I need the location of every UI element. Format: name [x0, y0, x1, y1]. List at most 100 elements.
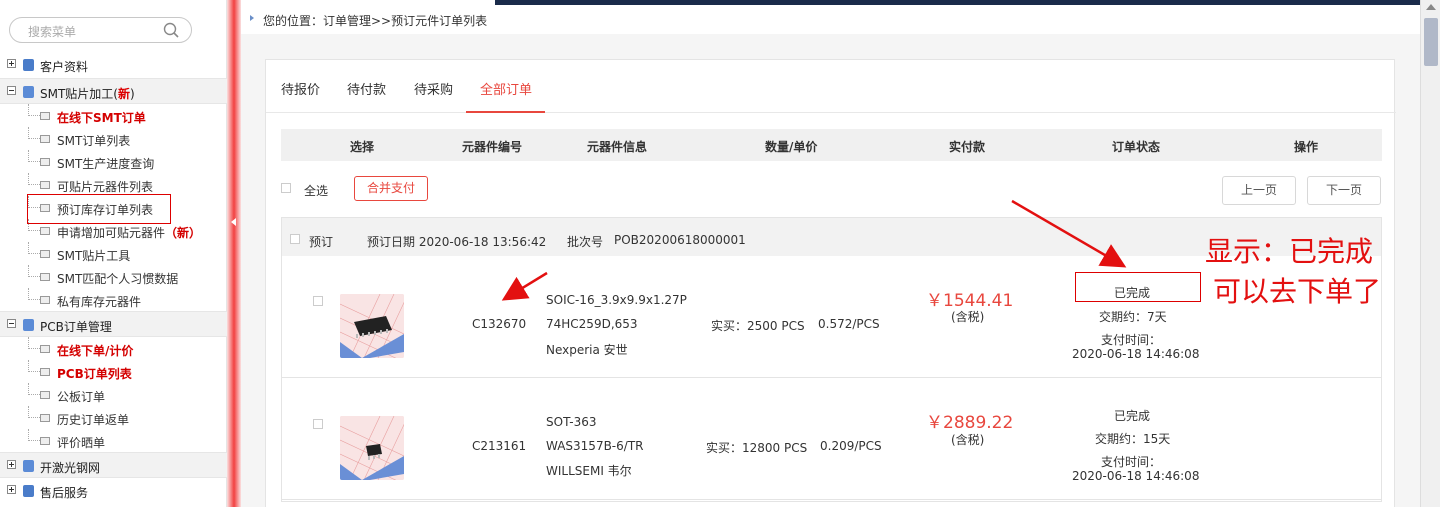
paid-time: 2020-06-18 14:46:08 [1072, 469, 1200, 483]
sidebar-item-preorder-list[interactable]: 预订库存订单列表 [0, 194, 227, 224]
row-checkbox[interactable] [313, 419, 323, 429]
part-package: SOIC-16_3.9x9.9x1.27P [546, 293, 687, 307]
group-label: 售后服务 [40, 486, 89, 500]
collapse-arrow-icon[interactable] [231, 218, 236, 226]
sidebar-item-private-stock[interactable]: 私有库存元器件 [0, 288, 227, 311]
lead-time: 交期约：15天 [1095, 432, 1171, 446]
col-status: 订单状态 [1112, 140, 1161, 154]
row-checkbox[interactable] [313, 296, 323, 306]
paid-amount: ￥2889.22 [926, 413, 1014, 433]
tab-all-orders[interactable]: 全部订单 [480, 79, 532, 98]
sidebar-splitter[interactable] [227, 0, 241, 507]
sidebar-group-stencil[interactable]: 开激光钢网 [0, 452, 227, 478]
doc-icon [40, 391, 50, 399]
sidebar: 搜索菜单 客户资料 SMT贴片加工(新) 在线下SMT订单 SMT订单列表 SM… [0, 0, 227, 507]
part-image [340, 416, 404, 480]
col-paid: 实付款 [949, 140, 986, 154]
doc-icon [40, 250, 50, 258]
select-all-checkbox[interactable] [281, 183, 291, 193]
top-banner-strip [495, 0, 1420, 5]
sidebar-item-public-board[interactable]: 公板订单 [0, 383, 227, 406]
sidebar-item-smt-parts[interactable]: 可贴片元器件列表 [0, 173, 227, 196]
doc-icon [40, 273, 50, 281]
scroll-thumb[interactable] [1424, 18, 1438, 66]
grid-icon [23, 460, 34, 472]
part-number[interactable]: C132670 [472, 317, 526, 331]
lead-time: 交期约：7天 [1099, 310, 1167, 324]
annotation-text-line2: 可以去下单了 [1213, 275, 1382, 308]
tab-pending-purchase[interactable]: 待采购 [414, 79, 453, 98]
select-all-label: 全选 [304, 184, 329, 198]
status-highlight-box [1075, 272, 1201, 302]
search-icon[interactable] [163, 22, 179, 38]
sidebar-item-online-smt[interactable]: 在线下SMT订单 [0, 104, 227, 127]
tab-pending-quote[interactable]: 待报价 [281, 79, 320, 98]
group-label: PCB订单管理 [40, 320, 112, 334]
col-part-no: 元器件编号 [462, 140, 523, 154]
group-label: 开激光钢网 [40, 461, 101, 475]
sidebar-item-reviews[interactable]: 评价晒单 [0, 429, 227, 452]
doc-icon [40, 227, 50, 235]
doc-icon [40, 368, 50, 376]
sidebar-item-smt-orders[interactable]: SMT订单列表 [0, 127, 227, 150]
sidebar-group-pcb[interactable]: PCB订单管理 [0, 311, 227, 337]
unit-price: 0.209/PCS [820, 439, 882, 453]
collapse-icon[interactable] [7, 319, 16, 328]
order-checkbox[interactable] [290, 234, 300, 244]
batch-number: POB20200618000001 [614, 233, 746, 247]
grid-icon [23, 86, 34, 98]
part-package: SOT-363 [546, 415, 597, 429]
sidebar-menu: 客户资料 SMT贴片加工(新) 在线下SMT订单 SMT订单列表 SMT生产进度… [0, 52, 227, 504]
scroll-up-icon[interactable] [1426, 4, 1436, 10]
paid-time: 2020-06-18 14:46:08 [1072, 347, 1200, 361]
order-type: 预订 [309, 235, 334, 249]
part-brand: WILLSEMI 韦尔 [546, 464, 632, 478]
tab-pending-payment[interactable]: 待付款 [347, 79, 386, 98]
page-scrollbar[interactable] [1420, 0, 1440, 507]
next-page-button[interactable]: 下一页 [1307, 176, 1381, 205]
doc-icon [40, 296, 50, 304]
expand-icon[interactable] [7, 59, 16, 68]
order-status: 已完成 [1114, 409, 1151, 423]
sidebar-item-smt-tools[interactable]: SMT贴片工具 [0, 242, 227, 265]
search-input[interactable]: 搜索菜单 [28, 23, 76, 40]
part-image [340, 294, 404, 358]
active-tab-indicator [466, 111, 545, 113]
quantity: 实买：12800 PCS [706, 441, 808, 455]
merge-pay-button[interactable]: 合并支付 [354, 176, 428, 201]
sidebar-item-pcb-orders[interactable]: PCB订单列表 [0, 360, 227, 383]
tab-bar: 待报价 待付款 待采购 全部订单 [266, 60, 1396, 113]
quantity: 实买：2500 PCS [711, 319, 805, 333]
sidebar-item-history-reorder[interactable]: 历史订单返单 [0, 406, 227, 429]
user-icon [23, 485, 34, 497]
col-qty-unit: 数量/单价 [765, 140, 818, 154]
table-header: 选择 元器件编号 元器件信息 数量/单价 实付款 订单状态 操作 [281, 129, 1382, 161]
sidebar-item-pcb-online[interactable]: 在线下单/计价 [0, 337, 227, 360]
doc-icon [40, 158, 50, 166]
paid-time-label: 支付时间： [1101, 455, 1162, 469]
group-label: 客户资料 [40, 60, 89, 74]
sidebar-group-aftersales[interactable]: 售后服务 [0, 478, 227, 504]
sidebar-item-apply-parts[interactable]: 申请增加可贴元器件（新） [0, 219, 227, 242]
tax-note: (含税) [951, 310, 985, 324]
sidebar-item-smt-progress[interactable]: SMT生产进度查询 [0, 150, 227, 173]
order-date: 预订日期 2020-06-18 13:56:42 [367, 235, 547, 249]
doc-icon [40, 414, 50, 422]
paid-time-label: 支付时间： [1101, 333, 1162, 347]
group-label: SMT贴片加工(新) [40, 87, 135, 101]
part-brand: Nexperia 安世 [546, 343, 628, 357]
annotation-text-line1: 显示：已完成 [1205, 235, 1374, 268]
table-row: C213161 SOT-363 WAS3157B-6/TR WILLSEMI 韦… [282, 378, 1381, 500]
expand-icon[interactable] [7, 460, 16, 469]
part-number[interactable]: C213161 [472, 439, 526, 453]
sidebar-item-smt-habits[interactable]: SMT匹配个人习惯数据 [0, 265, 227, 288]
expand-icon[interactable] [7, 485, 16, 494]
collapse-icon[interactable] [7, 86, 16, 95]
grid-icon [23, 319, 34, 331]
prev-page-button[interactable]: 上一页 [1222, 176, 1296, 205]
sidebar-group-customer[interactable]: 客户资料 [0, 52, 227, 78]
search-box[interactable]: 搜索菜单 [9, 17, 192, 43]
sidebar-group-smt[interactable]: SMT贴片加工(新) [0, 78, 227, 104]
col-actions: 操作 [1294, 140, 1319, 154]
doc-icon [40, 135, 50, 143]
